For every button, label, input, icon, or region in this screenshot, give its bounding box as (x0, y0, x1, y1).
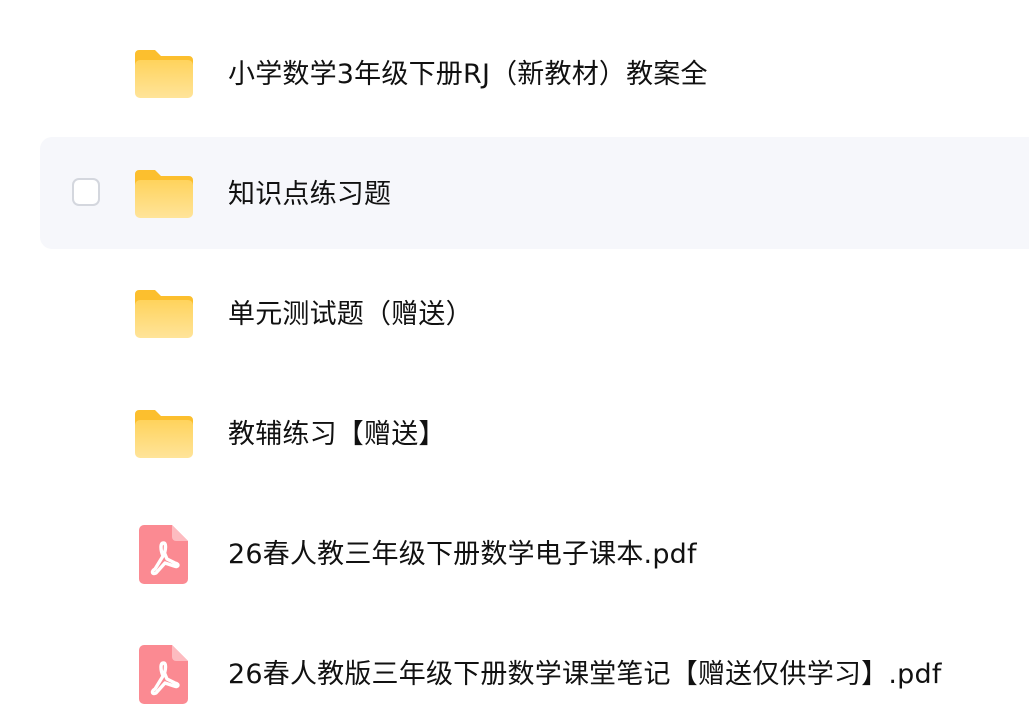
file-row[interactable]: 小学数学3年级下册RJ（新教材）教案全 (40, 19, 1029, 131)
folder-icon (133, 284, 195, 344)
file-name[interactable]: 知识点练习题 (228, 139, 391, 251)
file-name[interactable]: 26春人教版三年级下册数学课堂笔记【赠送仅供学习】.pdf (228, 619, 942, 720)
file-row[interactable]: 26春人教三年级下册数学电子课本.pdf (40, 499, 1029, 611)
folder-icon (133, 164, 195, 224)
folder-icon (133, 404, 195, 464)
file-row[interactable]: 单元测试题（赠送） (40, 259, 1029, 371)
folder-icon (133, 44, 195, 104)
file-list: 小学数学3年级下册RJ（新教材）教案全 知识点练习题 单元测试题（赠送） 教辅练… (0, 0, 1029, 720)
file-row[interactable]: 26春人教版三年级下册数学课堂笔记【赠送仅供学习】.pdf (40, 619, 1029, 720)
file-name[interactable]: 单元测试题（赠送） (228, 259, 473, 371)
file-row-hovered[interactable]: 知识点练习题 (40, 137, 1029, 249)
file-name[interactable]: 26春人教三年级下册数学电子课本.pdf (228, 499, 697, 611)
file-name[interactable]: 小学数学3年级下册RJ（新教材）教案全 (228, 19, 708, 131)
pdf-icon (138, 643, 190, 705)
row-checkbox[interactable] (72, 178, 100, 206)
pdf-icon (138, 523, 190, 585)
file-row[interactable]: 教辅练习【赠送】 (40, 379, 1029, 491)
file-name[interactable]: 教辅练习【赠送】 (228, 379, 446, 491)
